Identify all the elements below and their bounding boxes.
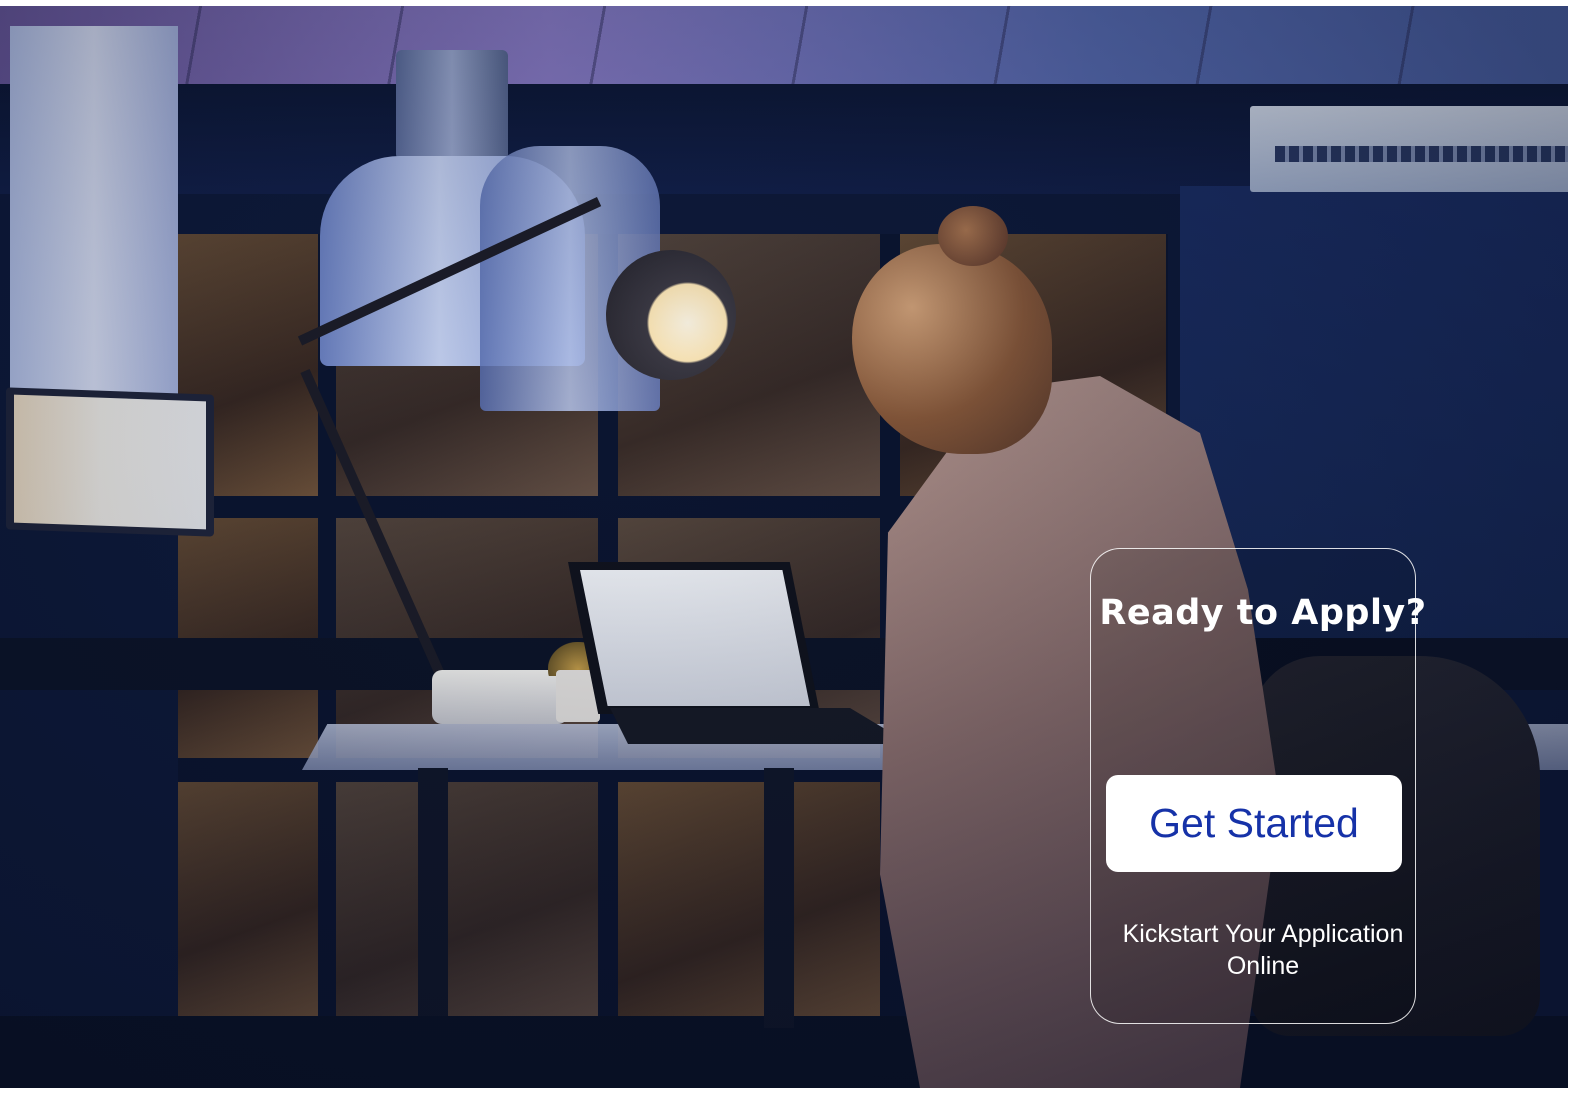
get-started-button[interactable]: Get Started	[1106, 775, 1402, 872]
hair-bun	[938, 206, 1008, 266]
desk-leg	[764, 768, 794, 1028]
pendant-lamp-top	[396, 50, 508, 160]
desk-leg	[418, 768, 448, 1016]
desk-phone	[432, 670, 568, 724]
pillar	[10, 26, 178, 406]
window-pane	[336, 782, 598, 1022]
cta-title: Ready to Apply?	[1099, 593, 1427, 633]
air-conditioner-grill	[1275, 146, 1568, 162]
laptop-screen	[580, 570, 810, 706]
ceiling-panels	[0, 6, 1568, 84]
window-pane	[618, 782, 880, 1022]
cta-subtitle: Kickstart Your Application Online	[1122, 920, 1404, 980]
monitor-screen	[14, 394, 206, 530]
window-pane	[178, 782, 318, 1022]
